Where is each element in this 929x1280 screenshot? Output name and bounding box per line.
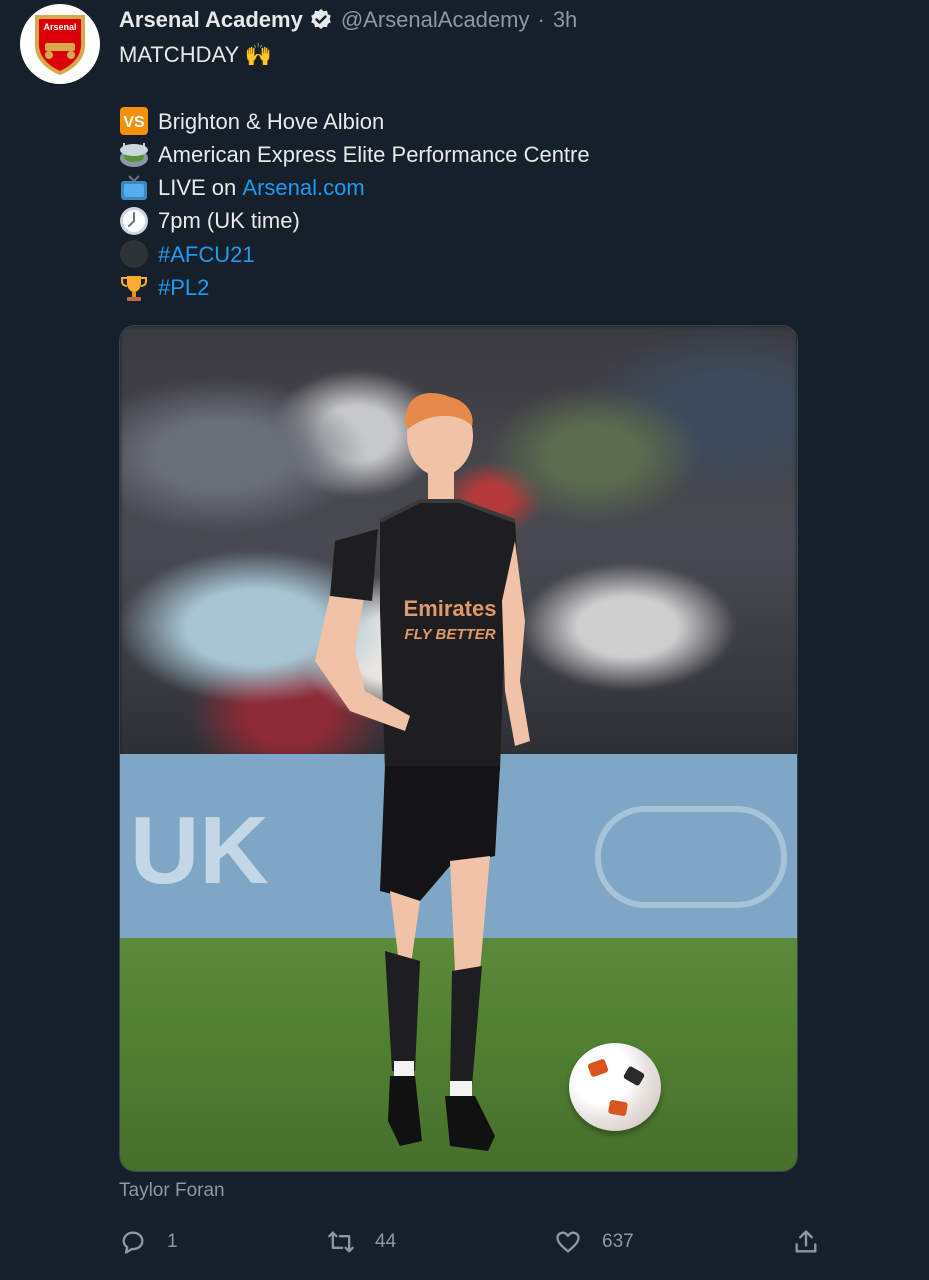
- tweet-line-hashtag-pl2: #PL2: [119, 271, 590, 304]
- photo-credit[interactable]: Taylor Foran: [119, 1180, 225, 1202]
- matchday-text: MATCHDAY 🙌: [119, 42, 273, 67]
- author-handle[interactable]: @ArsenalAcademy: [341, 7, 530, 33]
- heart-icon: [556, 1231, 580, 1253]
- tweet-line-matchday: MATCHDAY 🙌: [119, 38, 590, 71]
- footballer-figure: Emirates FLY BETTER: [315, 393, 530, 1151]
- venue-text: American Express Elite Performance Centr…: [158, 141, 590, 167]
- hashtag-afcu21[interactable]: #AFCU21: [158, 238, 255, 271]
- tweet-photo[interactable]: UK Emirates FLY BETTER: [119, 325, 798, 1172]
- shirt-sponsor: Emirates: [404, 596, 497, 621]
- share-icon: [795, 1230, 817, 1253]
- retweet-icon: [328, 1231, 354, 1253]
- kickoff-text: 7pm (UK time): [158, 208, 300, 234]
- separator-dot: ·: [537, 7, 545, 32]
- live-prefix: LIVE on: [158, 175, 243, 201]
- tweet-line-opponent: VS Brighton & Hove Albion: [119, 105, 590, 138]
- shirt-slogan: FLY BETTER: [404, 626, 495, 643]
- verified-badge-icon: [309, 8, 333, 32]
- svg-text:VS: VS: [123, 114, 145, 131]
- dark-circle-icon: [119, 239, 149, 269]
- tweet-line-live: LIVE on Arsenal.com: [119, 171, 590, 204]
- tweet-time[interactable]: 3h: [553, 7, 577, 33]
- clock-icon: [119, 206, 149, 236]
- share-button[interactable]: [792, 1222, 820, 1262]
- hashtag-pl2[interactable]: #PL2: [158, 271, 209, 304]
- board-text: UK: [130, 797, 269, 904]
- tweet-text: MATCHDAY 🙌 VS Brighton & Hove Albion Ame…: [119, 38, 590, 304]
- tweet-line-time: 7pm (UK time): [119, 204, 590, 237]
- retweet-button[interactable]: 44: [327, 1222, 396, 1262]
- avatar[interactable]: Arsenal: [20, 4, 100, 84]
- tv-icon: [119, 173, 149, 203]
- tweet-header: Arsenal Academy @ArsenalAcademy · 3h: [119, 5, 577, 35]
- like-button[interactable]: 637: [554, 1222, 634, 1262]
- vs-icon: VS: [119, 106, 149, 136]
- tweet-actions-bar: 1 44 637: [119, 1222, 817, 1262]
- retweet-count: 44: [375, 1231, 397, 1252]
- like-count: 637: [602, 1231, 634, 1252]
- reply-count: 1: [167, 1231, 178, 1252]
- stadium-icon: [119, 140, 149, 170]
- arsenal-link[interactable]: Arsenal.com: [242, 171, 364, 204]
- tweet-line-venue: American Express Elite Performance Centr…: [119, 138, 590, 171]
- reply-button[interactable]: 1: [119, 1222, 178, 1262]
- football: [569, 1043, 661, 1131]
- opponent-text: Brighton & Hove Albion: [158, 108, 385, 134]
- reply-icon: [122, 1231, 144, 1254]
- author-name[interactable]: Arsenal Academy: [119, 7, 303, 33]
- arsenal-crest-icon: Arsenal: [35, 15, 85, 75]
- board-logo: [595, 806, 787, 908]
- avatar-text: Arsenal: [43, 22, 76, 32]
- trophy-icon: [119, 273, 149, 303]
- tweet-line-hashtag-afc: #AFCU21: [119, 238, 590, 271]
